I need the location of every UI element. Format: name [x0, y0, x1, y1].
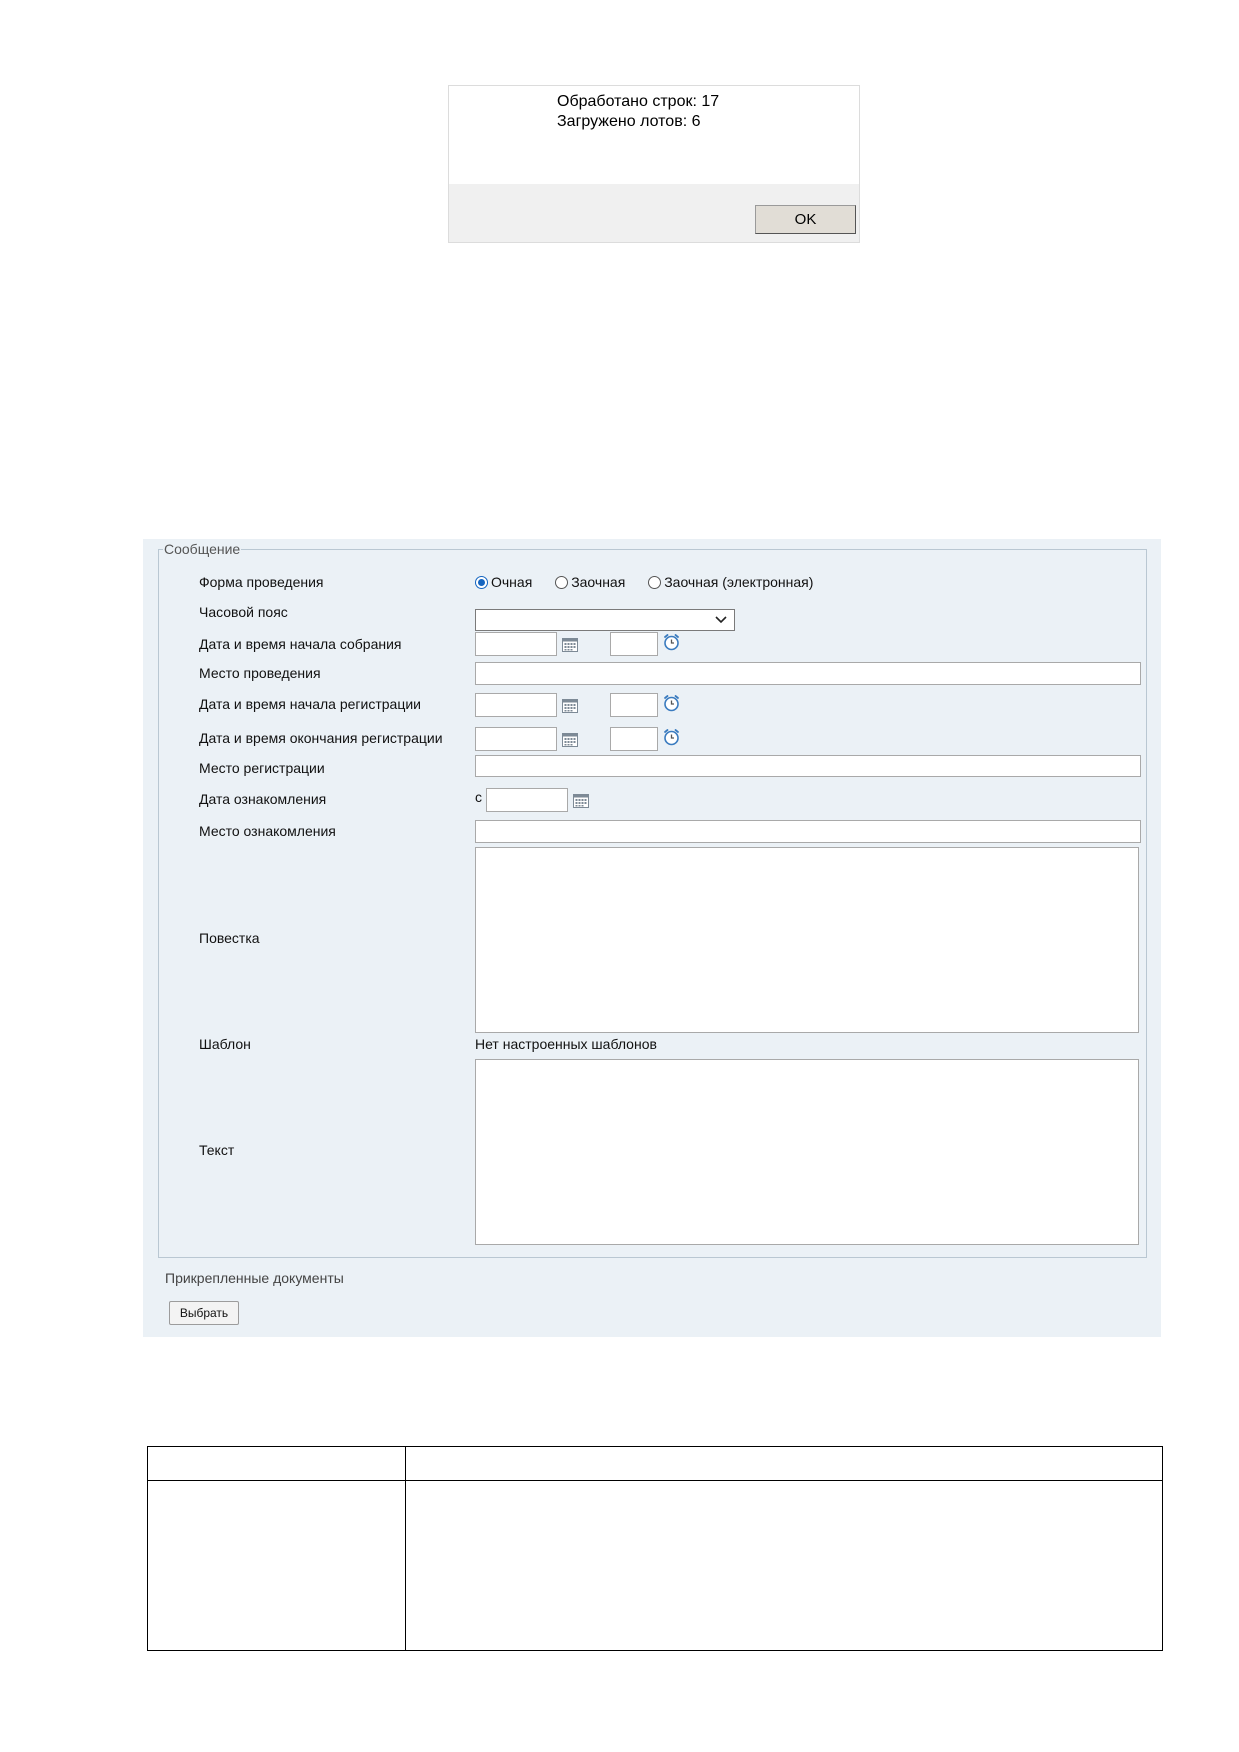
clock-icon[interactable]	[662, 694, 681, 713]
processed-rows-text: Обработано строк: 17	[557, 93, 720, 110]
table-cell	[405, 1480, 1163, 1651]
clock-icon[interactable]	[662, 728, 681, 747]
empty-table	[147, 1446, 1163, 1651]
attached-documents-label: Прикрепленные документы	[165, 1270, 344, 1286]
format-option-in-person[interactable]: Очная	[475, 574, 532, 590]
loaded-lots-text: Загружено лотов: 6	[557, 113, 701, 130]
review-place-label: Место ознакомления	[199, 823, 336, 839]
agenda-textarea[interactable]	[475, 847, 1139, 1033]
venue-label: Место проведения	[199, 665, 321, 681]
registration-end-date-input[interactable]	[475, 727, 557, 751]
registration-start-date-input[interactable]	[475, 693, 557, 717]
registration-place-label: Место регистрации	[199, 760, 325, 776]
clock-icon[interactable]	[662, 633, 681, 652]
dialog-message: Обработано строк: 17 Загружено лотов: 6	[557, 92, 719, 132]
radio-in-person[interactable]	[475, 575, 488, 589]
chevron-down-icon	[715, 616, 727, 624]
review-place-input[interactable]	[475, 820, 1141, 843]
calendar-icon[interactable]	[562, 698, 579, 714]
review-date-input[interactable]	[486, 788, 568, 812]
ok-button[interactable]: OK	[755, 205, 856, 234]
fieldset-legend: Сообщение	[163, 541, 242, 557]
text-textarea[interactable]	[475, 1059, 1139, 1245]
radio-in-person-label: Очная	[491, 574, 533, 590]
format-label: Форма проведения	[199, 574, 324, 590]
registration-start-time-input[interactable]	[610, 693, 658, 717]
meeting-start-date-input[interactable]	[475, 632, 557, 656]
calendar-icon[interactable]	[562, 637, 579, 653]
radio-absentee-label: Заочная	[571, 574, 626, 590]
venue-input[interactable]	[475, 662, 1141, 685]
format-radio-group: Очная Заочная Заочная (электронная)	[475, 574, 832, 592]
table-cell	[405, 1446, 1163, 1481]
format-option-electronic[interactable]: Заочная (электронная)	[648, 574, 813, 590]
registration-start-label: Дата и время начала регистрации	[199, 696, 421, 712]
radio-electronic-label: Заочная (электронная)	[664, 574, 814, 590]
registration-end-time-input[interactable]	[610, 727, 658, 751]
table-row	[147, 1480, 1163, 1651]
text-label: Текст	[199, 1142, 235, 1158]
message-dialog: Обработано строк: 17 Загружено лотов: 6 …	[448, 85, 860, 243]
choose-file-button[interactable]: Выбрать	[169, 1301, 239, 1325]
registration-end-label: Дата и время окончания регистрации	[199, 730, 443, 746]
review-date-label: Дата ознакомления	[199, 791, 327, 807]
review-date-prefix: с	[475, 789, 482, 805]
calendar-icon[interactable]	[573, 793, 590, 809]
timezone-label: Часовой пояс	[199, 604, 288, 620]
registration-place-input[interactable]	[475, 755, 1141, 777]
template-value: Нет настроенных шаблонов	[475, 1036, 657, 1052]
timezone-select[interactable]	[475, 609, 735, 631]
meeting-start-label: Дата и время начала собрания	[199, 636, 402, 652]
agenda-label: Повестка	[199, 930, 260, 946]
message-fieldset: Сообщение Форма проведения Очная Заочная…	[158, 541, 1147, 1258]
format-option-absentee[interactable]: Заочная	[555, 574, 625, 590]
table-cell	[147, 1446, 406, 1481]
dialog-footer: OK	[449, 184, 859, 242]
calendar-icon[interactable]	[562, 732, 579, 748]
radio-absentee[interactable]	[555, 575, 569, 589]
radio-electronic[interactable]	[648, 575, 662, 589]
table-row	[147, 1446, 1163, 1481]
template-label: Шаблон	[199, 1036, 251, 1052]
message-form-panel: Сообщение Форма проведения Очная Заочная…	[143, 539, 1161, 1337]
table-cell	[147, 1480, 406, 1651]
meeting-start-time-input[interactable]	[610, 632, 658, 656]
